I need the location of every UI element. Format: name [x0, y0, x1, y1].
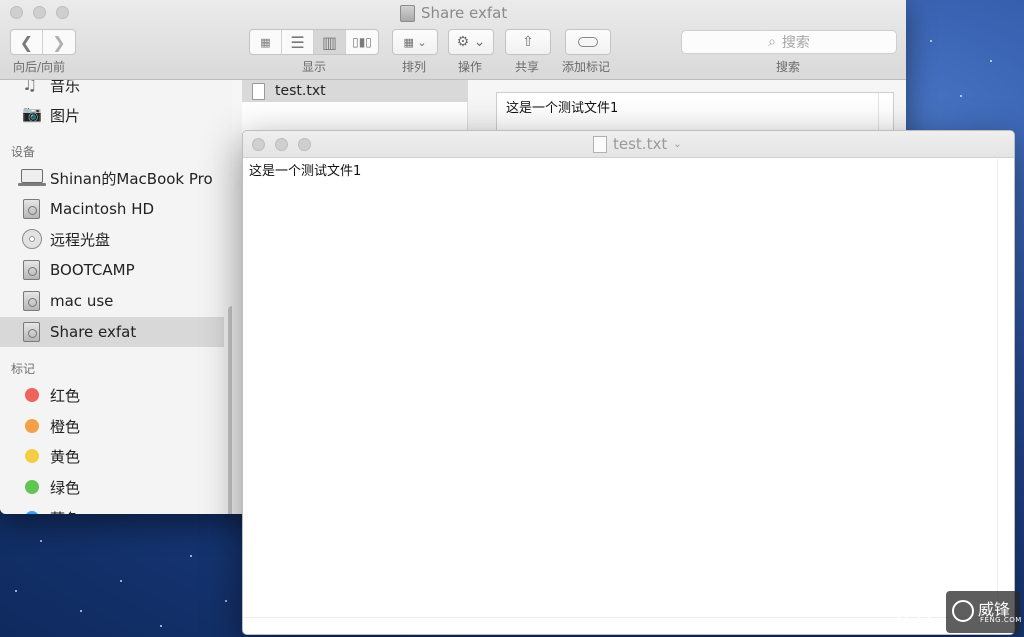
arrange-grid-icon: ▦ ⌄	[403, 35, 427, 49]
column-view-button[interactable]: ▥	[314, 30, 346, 54]
devices-header: 设备	[11, 145, 36, 159]
icon-view-button[interactable]: ▦	[250, 30, 282, 54]
tag-icon	[578, 37, 598, 47]
chevron-down-icon: ⌄	[673, 138, 682, 150]
disk-icon	[23, 260, 40, 280]
sidebar-item-macintosh-hd[interactable]: Macintosh HD	[0, 194, 224, 224]
back-button[interactable]: ❮	[11, 30, 43, 54]
textedit-title[interactable]: test.txt ⌄	[593, 135, 682, 153]
sidebar-tag-red[interactable]: 红色	[0, 380, 224, 410]
textedit-minimize-button[interactable]	[275, 138, 288, 151]
orange-tag-icon	[25, 419, 39, 433]
laptop-icon	[18, 169, 46, 186]
sidebar-item-bootcamp[interactable]: BOOTCAMP	[0, 255, 224, 285]
textedit-window: test.txt ⌄ 这是一个测试文件1	[242, 130, 1015, 635]
disk-icon	[23, 291, 40, 311]
disk-icon	[23, 199, 40, 219]
grid-icon: ▦	[260, 35, 271, 49]
list-view-button[interactable]: ☰	[282, 30, 314, 54]
blue-tag-icon	[25, 511, 39, 514]
nav-buttons: ❮ ❯	[10, 29, 76, 55]
finder-sidebar: ♫ 音乐 📷 图片 设备 Shinan的MacBook Pro Macintos…	[0, 80, 232, 514]
arrange-button[interactable]: ▦ ⌄	[392, 29, 438, 55]
textedit-content[interactable]: 这是一个测试文件1	[249, 160, 361, 179]
green-tag-icon	[25, 480, 39, 494]
view-mode-control: ▦ ☰ ▥ ▯▮▯	[249, 29, 379, 55]
view-label: 显示	[302, 60, 327, 74]
text-file-icon	[252, 82, 265, 100]
disc-icon	[22, 229, 42, 249]
gear-icon: ⚙ ⌄	[456, 34, 486, 50]
search-input[interactable]: ⌕ 搜索	[681, 30, 897, 54]
document-icon	[593, 135, 607, 153]
action-button[interactable]: ⚙ ⌄	[448, 29, 494, 55]
sidebar-tag-green[interactable]: 绿色	[0, 472, 224, 502]
minimize-button[interactable]	[33, 6, 46, 19]
arrange-label: 排列	[402, 60, 427, 74]
sidebar-item-mac-use[interactable]: mac use	[0, 286, 224, 316]
tags-header: 标记	[11, 362, 36, 376]
textedit-titlebar: test.txt ⌄	[243, 131, 1014, 158]
chevron-right-icon: ❯	[52, 32, 66, 52]
red-tag-icon	[25, 388, 39, 402]
sidebar-item-pictures[interactable]: 📷 图片	[0, 100, 224, 130]
sidebar-item-remote-disc[interactable]: 远程光盘	[0, 224, 224, 254]
tags-label: 添加标记	[562, 60, 611, 74]
share-label: 共享	[515, 60, 540, 74]
sidebar-tag-orange[interactable]: 橙色	[0, 411, 224, 441]
preview-text: 这是一个测试文件1	[506, 101, 619, 116]
close-button[interactable]	[10, 6, 23, 19]
window-title: Share exfat	[400, 3, 507, 23]
forward-button[interactable]: ❯	[43, 30, 75, 54]
disk-icon	[400, 4, 415, 22]
textedit-scroll-edge	[997, 159, 998, 619]
coverflow-icon: ▯▮▯	[352, 35, 372, 49]
search-label: 搜索	[776, 60, 801, 74]
search-icon: ⌕	[768, 34, 776, 50]
file-row-test-txt[interactable]: test.txt	[242, 80, 468, 102]
chevron-left-icon: ❮	[19, 32, 34, 52]
action-label: 操作	[458, 60, 483, 74]
sidebar-scrollbar[interactable]	[228, 306, 232, 514]
share-button[interactable]: ⇧	[505, 29, 551, 55]
sidebar-item-music[interactable]: ♫ 音乐	[0, 80, 224, 100]
list-icon: ☰	[290, 32, 305, 52]
disk-icon	[23, 322, 40, 342]
feng-watermark: 威锋 FENG.COM	[946, 591, 1021, 633]
zoom-button[interactable]	[56, 6, 69, 19]
music-icon: ♫	[22, 80, 38, 95]
weibo-logo-icon	[897, 603, 936, 625]
columns-icon: ▥	[321, 32, 338, 52]
add-tags-button[interactable]	[565, 29, 611, 55]
sidebar-tag-blue[interactable]: 蓝色	[0, 503, 224, 514]
yellow-tag-icon	[25, 449, 39, 463]
sidebar-tag-yellow[interactable]: 黄色	[0, 441, 224, 471]
textedit-zoom-button[interactable]	[298, 138, 311, 151]
sidebar-item-share-exfat[interactable]: Share exfat	[0, 317, 224, 347]
nav-label: 向后/向前	[13, 60, 66, 74]
textedit-close-button[interactable]	[252, 138, 265, 151]
camera-icon: 📷	[22, 104, 42, 123]
coverflow-view-button[interactable]: ▯▮▯	[346, 30, 378, 54]
finder-toolbar: Share exfat ❮ ❯ 向后/向前 ▦ ☰ ▥ ▯▮▯ 显示 ▦ ⌄ 排…	[0, 0, 906, 80]
sidebar-item-macbook[interactable]: Shinan的MacBook Pro	[0, 163, 224, 193]
share-icon: ⇧	[522, 34, 534, 50]
feng-logo-icon	[952, 600, 974, 622]
